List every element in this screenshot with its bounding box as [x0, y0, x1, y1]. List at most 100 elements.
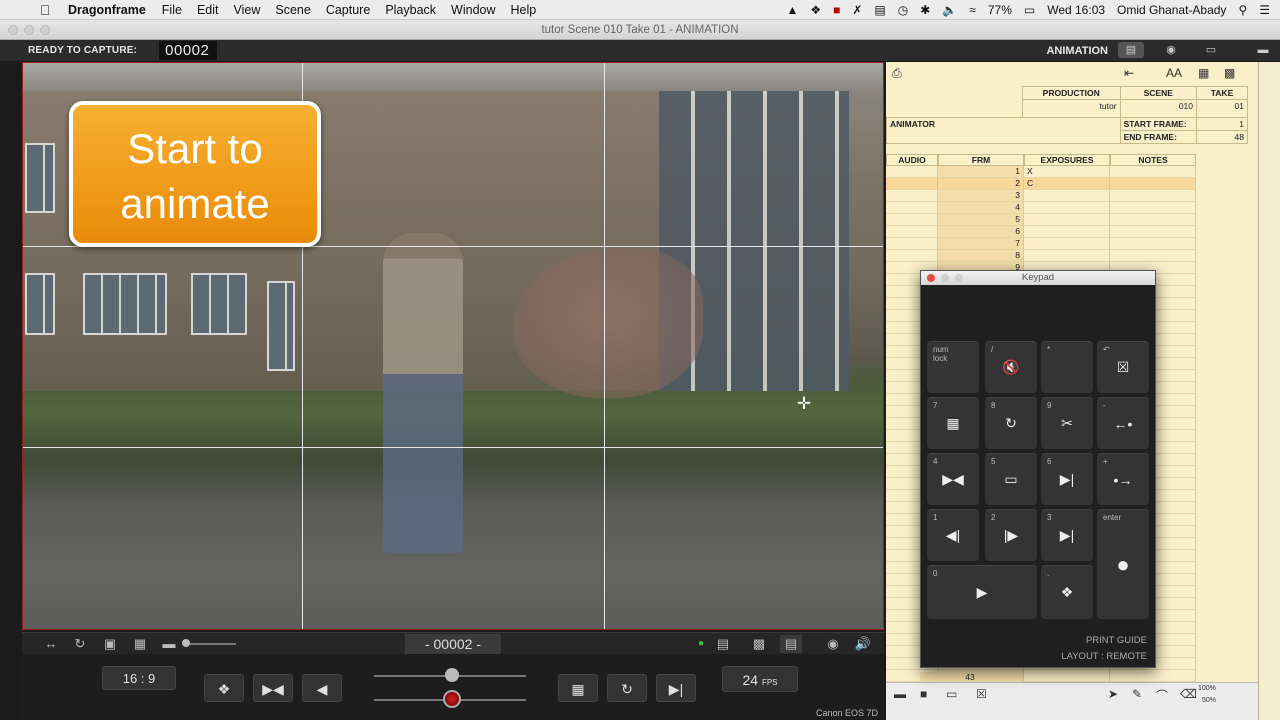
key-delete[interactable]: ↶ ☒ — [1097, 341, 1149, 393]
xsheet-row[interactable]: 5 — [886, 214, 1258, 226]
notes-cell[interactable] — [1110, 250, 1196, 262]
key-6[interactable]: 6 ▶| — [1041, 453, 1093, 505]
window-close-button[interactable] — [8, 25, 18, 35]
end-frame-value[interactable]: 48 — [1196, 130, 1248, 144]
keypad-close-button[interactable] — [927, 274, 935, 282]
audio-cell[interactable] — [886, 190, 938, 202]
wifi-icon[interactable]: ≈ — [969, 4, 976, 16]
xsheet-row[interactable]: 7 — [886, 238, 1258, 250]
notes-cell[interactable] — [1110, 202, 1196, 214]
rotate-icon[interactable]: ↻ — [69, 635, 91, 653]
exposure-cell[interactable]: C — [1024, 178, 1110, 190]
exposure-cell[interactable] — [1024, 214, 1110, 226]
mask-icon[interactable]: ▬ — [158, 635, 180, 653]
short-play-icon[interactable]: ▦ — [558, 674, 598, 702]
menu-edit[interactable]: Edit — [197, 3, 219, 17]
key-4[interactable]: 4 ▶◀ — [927, 453, 979, 505]
notes-cell[interactable] — [1110, 238, 1196, 250]
cinematography-mode-icon[interactable]: ▭ — [1198, 42, 1224, 58]
zoom-100[interactable]: 100% — [1198, 685, 1216, 692]
insert-frame-icon[interactable]: ⇤ — [1124, 66, 1134, 80]
notes-cell[interactable] — [1110, 178, 1196, 190]
dropbox-icon[interactable]: ❖ — [810, 4, 821, 16]
exposure-cell[interactable] — [1024, 238, 1110, 250]
audio-cell[interactable] — [886, 178, 938, 190]
print-icon[interactable]: ⎙ — [892, 66, 902, 81]
scrollbar-edge[interactable] — [1258, 62, 1280, 720]
close-box-icon[interactable]: ☒ — [976, 687, 987, 701]
app-menu[interactable]: Dragonframe — [68, 3, 146, 17]
fps-button[interactable]: 24 FPS — [722, 666, 798, 692]
key-num-lock[interactable]: num lock — [927, 341, 979, 393]
step-backward-icon[interactable]: ◀ — [302, 674, 342, 702]
exposure-cell[interactable] — [1024, 250, 1110, 262]
audio-cell[interactable] — [886, 238, 938, 250]
audio-cell[interactable] — [886, 202, 938, 214]
exposure-cell[interactable] — [1024, 226, 1110, 238]
notes-cell[interactable] — [1110, 214, 1196, 226]
key-0[interactable]: 0 ▶ — [927, 565, 1037, 619]
notes-cell[interactable] — [1110, 166, 1196, 178]
square-icon[interactable]: ■ — [920, 687, 927, 701]
notification-center-icon[interactable]: ☰ — [1259, 4, 1270, 16]
key-2[interactable]: 2 |▶ — [985, 509, 1037, 561]
audio-cell[interactable] — [886, 166, 938, 178]
auto-toggle-icon[interactable]: ❖ — [204, 674, 244, 702]
xsheet-row[interactable]: 4 — [886, 202, 1258, 214]
more-modes-icon[interactable]: ▬ — [1250, 42, 1276, 58]
key-7[interactable]: 7 ▦ — [927, 397, 979, 449]
camera-mode-icon[interactable]: ◉ — [1158, 42, 1184, 58]
pencil-tool-icon[interactable]: ✎ — [1132, 687, 1142, 701]
fit-width-icon[interactable]: ↔ — [40, 635, 62, 653]
notes-cell[interactable] — [1110, 190, 1196, 202]
curve-tool-icon[interactable]: ⌒ — [1156, 687, 1168, 704]
scene-value[interactable]: 010 — [1119, 99, 1198, 118]
red-app-icon[interactable]: ■ — [833, 4, 840, 16]
eraser-tool-icon[interactable]: ⌫ — [1180, 687, 1197, 701]
window-minimize-button[interactable] — [24, 25, 34, 35]
grid-icon[interactable]: ▦ — [129, 635, 151, 653]
production-value[interactable]: tutor — [1021, 99, 1121, 118]
xsheet-row[interactable]: 6 — [886, 226, 1258, 238]
audio-cell[interactable] — [886, 250, 938, 262]
layout-selector[interactable]: LAYOUT : REMOTE — [1061, 651, 1147, 662]
key-1[interactable]: 1 ◀| — [927, 509, 979, 561]
print-guide-link[interactable]: PRINT GUIDE — [1086, 635, 1147, 646]
key-3[interactable]: 3 ▶| — [1041, 509, 1093, 561]
key-5[interactable]: 5 ▭ — [985, 453, 1037, 505]
user-name[interactable]: Omid Ghanat-Abady — [1117, 3, 1226, 17]
speaker-icon[interactable]: 🔊 — [852, 635, 874, 653]
audio-cell[interactable] — [886, 214, 938, 226]
clock[interactable]: Wed 16:03 — [1047, 3, 1105, 17]
xsheet-row[interactable]: 2C — [886, 178, 1258, 190]
menu-scene[interactable]: Scene — [275, 3, 310, 17]
tools-icon[interactable]: ✗ — [852, 4, 862, 16]
animation-mode-icon[interactable]: ▤ — [1118, 42, 1144, 58]
keypad-minimize-button[interactable] — [941, 274, 949, 282]
live-view[interactable]: Start to animate ✛ — [22, 62, 884, 630]
exposure-cell[interactable] — [1024, 202, 1110, 214]
keypad-zoom-button[interactable] — [955, 274, 963, 282]
menu-playback[interactable]: Playback — [385, 3, 436, 17]
aspect-ratio-button[interactable]: 16 : 9 — [102, 666, 176, 690]
key-plus[interactable]: + •→ — [1097, 453, 1149, 505]
notes-cell[interactable] — [1110, 226, 1196, 238]
capture-record-icon[interactable] — [443, 690, 461, 708]
xsheet-cell[interactable] — [1110, 670, 1196, 682]
xsheet-row[interactable]: 1X — [886, 166, 1258, 178]
bluetooth-icon[interactable]: ✱ — [920, 4, 930, 16]
window-zoom-button[interactable] — [40, 25, 50, 35]
safe-area-icon[interactable]: ▣ — [99, 635, 121, 653]
timemachine-icon[interactable]: ◷ — [898, 4, 908, 16]
loop-icon[interactable]: ↻ — [607, 674, 647, 702]
menu-help[interactable]: Help — [511, 3, 537, 17]
menu-capture[interactable]: Capture — [326, 3, 370, 17]
step-back-icon[interactable]: ▶◀ — [253, 674, 293, 702]
column-view-icon[interactable]: ▦ — [1198, 66, 1209, 80]
zoom-50[interactable]: 50% — [1202, 697, 1216, 704]
opacity-fader-knob[interactable] — [445, 668, 459, 682]
google-drive-icon[interactable]: ▲ — [786, 4, 798, 16]
xsheet-row[interactable]: 8 — [886, 250, 1258, 262]
spotlight-search-icon[interactable]: ⚲ — [1238, 4, 1247, 16]
grid-view-icon[interactable]: ▩ — [1224, 66, 1235, 80]
